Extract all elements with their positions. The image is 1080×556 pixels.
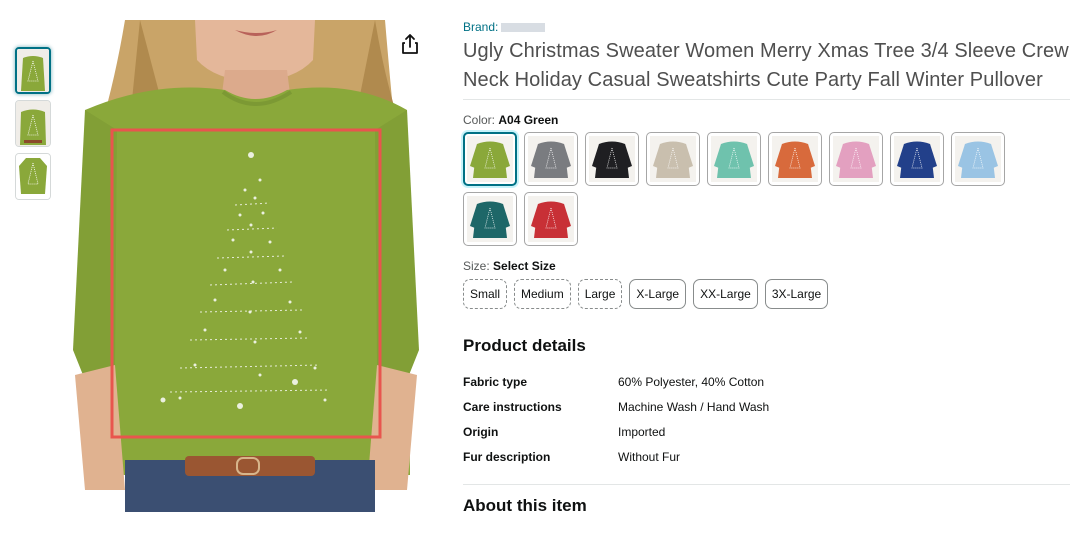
thumbnail-flat[interactable] (15, 153, 51, 200)
color-swatch-light-blue[interactable] (951, 132, 1005, 186)
swatch-shirt-icon (772, 136, 818, 182)
detail-row: Fabric type 60% Polyester, 40% Cotton (463, 369, 1070, 394)
swatch-shirt-icon (650, 136, 696, 182)
thumbnail-strip (15, 47, 51, 206)
color-swatch-pink[interactable] (829, 132, 883, 186)
color-selected-value: A04 Green (498, 113, 559, 127)
swatch-shirt-icon (955, 136, 1001, 182)
color-swatch-black[interactable] (585, 132, 639, 186)
product-details-heading: Product details (463, 336, 586, 355)
detail-key: Fabric type (463, 374, 528, 389)
detail-value: Imported (618, 424, 666, 439)
color-swatch-list (463, 132, 1023, 252)
color-label-row: Color: A04 Green (463, 113, 1070, 127)
size-option-3x-large[interactable]: 3X-Large (764, 279, 829, 309)
color-swatch-navy[interactable] (890, 132, 944, 186)
size-options: Small Medium Large X-Large XX-Large 3X-L… (463, 279, 1070, 309)
swatch-shirt-icon (528, 196, 574, 242)
product-details-table: Fabric type 60% Polyester, 40% Cotton Ca… (463, 369, 1070, 469)
thumbnail-front[interactable] (15, 47, 51, 94)
size-option-large[interactable]: Large (577, 279, 623, 309)
detail-row: Origin Imported (463, 419, 1070, 444)
brand-name-redacted (501, 22, 546, 32)
size-option-xx-large[interactable]: XX-Large (693, 279, 758, 309)
color-swatch-gray[interactable] (524, 132, 578, 186)
swatch-shirt-icon (589, 136, 635, 182)
detail-key: Origin (463, 424, 499, 439)
detail-value: 60% Polyester, 40% Cotton (618, 374, 765, 389)
swatch-shirt-icon (467, 136, 513, 182)
detail-value: Without Fur (618, 449, 681, 464)
swatch-shirt-icon (894, 136, 940, 182)
detail-value: Machine Wash / Hand Wash (618, 399, 770, 414)
product-info: Brand: Ugly Christmas Sweater Women Merr… (463, 18, 1070, 516)
color-swatch-red[interactable] (524, 192, 578, 246)
swatch-shirt-icon (711, 136, 757, 182)
color-swatch-green[interactable] (463, 132, 517, 186)
detail-row: Fur description Without Fur (463, 444, 1070, 469)
color-label: Color: (463, 113, 496, 127)
detail-row: Care instructions Machine Wash / Hand Wa… (463, 394, 1070, 419)
divider (463, 99, 1070, 100)
color-swatch-mint[interactable] (707, 132, 761, 186)
main-product-image[interactable] (55, 20, 437, 512)
swatch-shirt-icon (467, 196, 513, 242)
brand-label: Brand: (463, 20, 499, 34)
thumbnail-detail[interactable] (15, 100, 51, 147)
share-icon[interactable] (398, 32, 422, 56)
product-title: Ugly Christmas Sweater Women Merry Xmas … (463, 40, 1069, 91)
about-item-heading: About this item (463, 496, 587, 515)
size-label-row: Size: Select Size (463, 259, 1070, 273)
size-option-x-large[interactable]: X-Large (629, 279, 687, 309)
color-swatch-orange[interactable] (768, 132, 822, 186)
swatch-shirt-icon (833, 136, 879, 182)
brand-link[interactable]: Brand: (463, 18, 1070, 36)
size-option-small[interactable]: Small (463, 279, 508, 309)
color-swatch-teal[interactable] (463, 192, 517, 246)
color-swatch-beige[interactable] (646, 132, 700, 186)
size-label: Size: (463, 259, 490, 273)
detail-key: Fur description (463, 449, 551, 464)
divider (463, 484, 1070, 485)
detail-key: Care instructions (463, 399, 562, 414)
size-selected-value: Select Size (493, 259, 556, 273)
size-option-medium[interactable]: Medium (514, 279, 571, 309)
swatch-shirt-icon (528, 136, 574, 182)
